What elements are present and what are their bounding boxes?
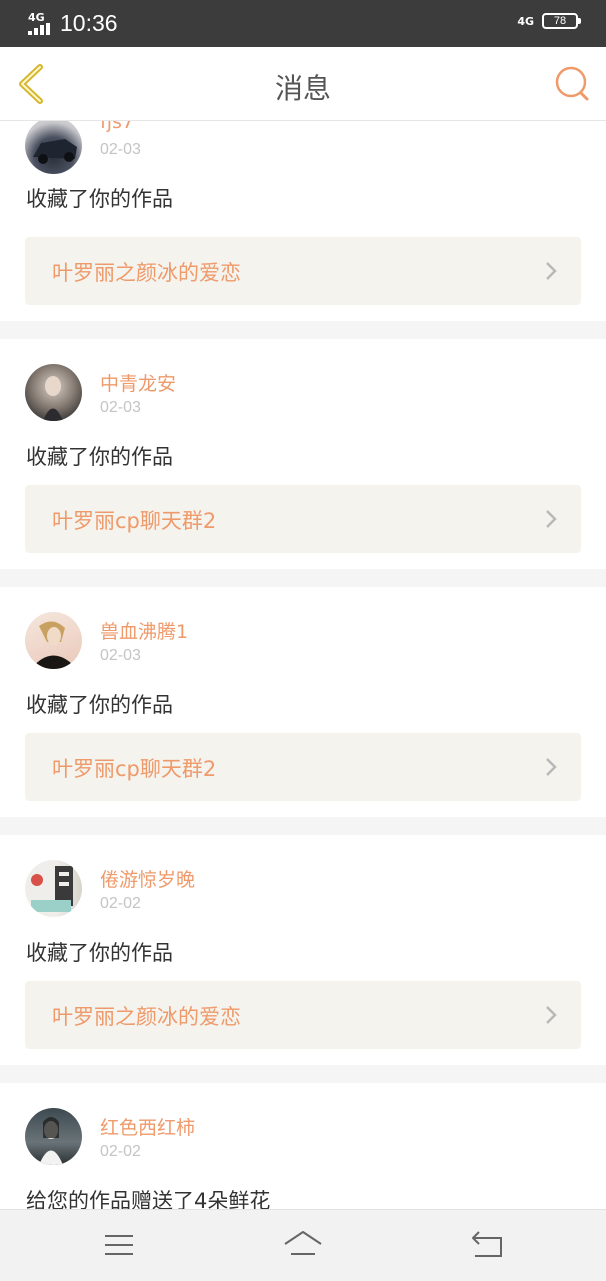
- message-card: 倦游惊岁晚 02-02 收藏了你的作品 叶罗丽之颜冰的爱恋: [0, 835, 606, 1065]
- battery-level: 78: [553, 15, 567, 27]
- sender-name[interactable]: 红色西红柿: [100, 1113, 195, 1140]
- sender-name[interactable]: 倦游惊岁晚: [100, 865, 195, 892]
- message-action: 收藏了你的作品: [26, 445, 173, 469]
- avatar[interactable]: [25, 860, 82, 917]
- back-icon[interactable]: [467, 1228, 507, 1262]
- message-date: 02-02: [100, 895, 141, 912]
- work-link[interactable]: 叶罗丽之颜冰的爱恋: [25, 981, 581, 1049]
- chevron-right-icon: [546, 758, 557, 776]
- message-action: 收藏了你的作品: [26, 187, 173, 211]
- work-title: 叶罗丽之颜冰的爱恋: [52, 1005, 241, 1029]
- message-date: 02-02: [100, 1143, 141, 1160]
- chevron-right-icon: [546, 262, 557, 280]
- message-card: 兽血沸腾1 02-03 收藏了你的作品 叶罗丽cp聊天群2: [0, 587, 606, 817]
- status-bar: 4G 10:36 4G 78: [0, 0, 606, 47]
- system-nav-bar: [0, 1209, 606, 1281]
- message-date: 02-03: [100, 141, 141, 158]
- sender-name[interactable]: 中青龙安: [100, 369, 176, 396]
- chevron-right-icon: [546, 510, 557, 528]
- clock: 10:36: [60, 10, 118, 36]
- search-icon[interactable]: [554, 65, 590, 101]
- page-title: 消息: [274, 72, 331, 105]
- avatar[interactable]: [25, 1108, 82, 1165]
- message-card: 红色西红柿 02-02 给您的作品赠送了4朵鲜花: [0, 1083, 606, 1209]
- work-link[interactable]: 叶罗丽cp聊天群2: [25, 733, 581, 801]
- signal-icon: 4G: [28, 12, 52, 35]
- message-action: 给您的作品赠送了4朵鲜花: [26, 1189, 271, 1209]
- avatar[interactable]: [25, 121, 82, 174]
- chevron-right-icon: [546, 1006, 557, 1024]
- work-title: 叶罗丽之颜冰的爱恋: [52, 261, 241, 285]
- message-date: 02-03: [100, 647, 141, 664]
- network-indicator: 4G: [517, 14, 534, 28]
- message-action: 收藏了你的作品: [26, 941, 173, 965]
- message-card: 中青龙安 02-03 收藏了你的作品 叶罗丽cp聊天群2: [0, 339, 606, 569]
- message-date: 02-03: [100, 399, 141, 416]
- message-list: fjs7 02-03 收藏了你的作品 叶罗丽之颜冰的爱恋 中青龙安 02-03 …: [0, 121, 606, 1209]
- home-icon[interactable]: [283, 1228, 323, 1262]
- sender-name[interactable]: 兽血沸腾1: [100, 617, 188, 644]
- menu-icon[interactable]: [99, 1228, 139, 1262]
- work-link[interactable]: 叶罗丽cp聊天群2: [25, 485, 581, 553]
- message-action: 收藏了你的作品: [26, 693, 173, 717]
- work-title: 叶罗丽cp聊天群2: [52, 509, 217, 533]
- message-card: fjs7 02-03 收藏了你的作品 叶罗丽之颜冰的爱恋: [0, 121, 606, 321]
- avatar[interactable]: [25, 612, 82, 669]
- work-title: 叶罗丽cp聊天群2: [52, 757, 217, 781]
- battery-icon: 78: [542, 13, 581, 29]
- work-link[interactable]: 叶罗丽之颜冰的爱恋: [25, 237, 581, 305]
- avatar[interactable]: [25, 364, 82, 421]
- sender-name[interactable]: fjs7: [100, 121, 134, 133]
- top-app-bar: 消息: [0, 47, 606, 121]
